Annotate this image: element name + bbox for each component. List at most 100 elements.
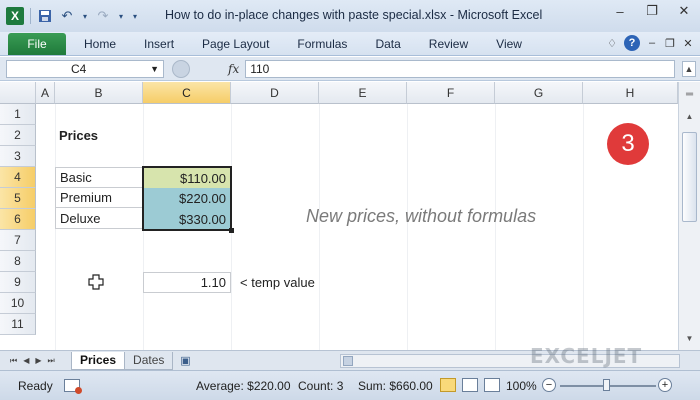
zoom-out-icon[interactable]: − (542, 378, 556, 392)
last-sheet-icon[interactable]: ⏭ (48, 356, 55, 366)
restore-icon[interactable]: ❐ (636, 0, 668, 22)
cell-c5-price[interactable]: $220.00 (142, 188, 232, 209)
tab-data[interactable]: Data (361, 33, 414, 55)
cell-b4-label[interactable]: Basic (55, 167, 143, 188)
save-icon[interactable] (37, 8, 53, 24)
workbook-restore-icon[interactable]: ❐ (664, 37, 676, 50)
column-header-d[interactable]: D (231, 82, 319, 104)
window-controls: – ❐ ✕ (604, 0, 700, 22)
ribbon-controls: ♢ ? – ❐ ✕ (606, 35, 694, 51)
window-title: How to do in-place changes with paste sp… (165, 8, 543, 22)
tab-formulas[interactable]: Formulas (283, 33, 361, 55)
help-icon[interactable]: ? (624, 35, 640, 51)
vertical-scrollbar[interactable]: ═ ▲ ▼ (678, 82, 700, 350)
ribbon-tabs: File Home Insert Page Layout Formulas Da… (0, 32, 700, 56)
select-all-corner[interactable] (0, 82, 36, 104)
fill-handle[interactable] (229, 228, 234, 233)
formula-input[interactable]: 110 (245, 59, 676, 78)
first-sheet-icon[interactable]: ⏮ (10, 356, 17, 366)
gridline (407, 104, 408, 350)
zoom-level[interactable]: 100% (506, 379, 537, 393)
sheet-tab-dates[interactable]: Dates (124, 351, 174, 370)
tab-page-layout[interactable]: Page Layout (188, 33, 283, 55)
column-header-c[interactable]: C (143, 82, 231, 104)
toolbar-divider (30, 8, 31, 24)
normal-view-icon[interactable] (440, 378, 456, 392)
cell-b6-label[interactable]: Deluxe (55, 207, 143, 229)
minimize-icon[interactable]: – (604, 0, 636, 22)
row-header-3[interactable]: 3 (0, 146, 36, 167)
horizontal-scroll-thumb[interactable] (343, 356, 353, 366)
tab-review[interactable]: Review (415, 33, 482, 55)
column-header-g[interactable]: G (495, 82, 583, 104)
workbook-close-icon[interactable]: ✕ (682, 37, 694, 50)
column-header-b[interactable]: B (55, 82, 143, 104)
tab-view[interactable]: View (482, 33, 536, 55)
scroll-up-icon[interactable]: ▲ (682, 108, 697, 124)
redo-icon[interactable]: ↷ (95, 8, 111, 24)
excel-icon[interactable]: X (6, 7, 24, 25)
insert-sheet-icon[interactable]: ▣ (177, 354, 193, 368)
macro-record-icon[interactable] (64, 379, 82, 394)
expand-formula-bar-icon[interactable]: ▲ (682, 61, 696, 77)
cell-b2-heading[interactable]: Prices (55, 125, 143, 146)
row-header-7[interactable]: 7 (0, 230, 36, 251)
chevron-down-icon[interactable]: ▾ (117, 8, 125, 24)
gridline (583, 104, 584, 350)
vertical-scroll-thumb[interactable] (682, 132, 697, 222)
column-header-h[interactable]: H (583, 82, 678, 104)
page-layout-view-icon[interactable] (462, 378, 478, 392)
quick-access-toolbar: X ↶ ▾ ↷ ▾ ▾ (0, 0, 139, 32)
customize-toolbar-icon[interactable]: ▾ (131, 8, 139, 24)
gridline (319, 104, 320, 350)
column-header-e[interactable]: E (319, 82, 407, 104)
sheet-navigation: ⏮ ◀ ▶ ⏭ (0, 356, 72, 366)
worksheet-grid[interactable]: A B C D E F G H 1 2 3 4 5 6 7 8 9 10 11 … (0, 82, 678, 350)
status-ready: Ready (18, 378, 53, 393)
status-average: Average: $220.00 (196, 379, 291, 393)
split-handle-icon[interactable]: ═ (682, 86, 697, 102)
row-header-2[interactable]: 2 (0, 125, 36, 146)
row-header-8[interactable]: 8 (0, 251, 36, 272)
exceljet-watermark: EXCELJET (530, 344, 643, 368)
view-buttons (440, 378, 500, 392)
tab-home[interactable]: Home (66, 33, 130, 55)
row-header-5[interactable]: 5 (0, 188, 36, 209)
row-header-11[interactable]: 11 (0, 314, 36, 335)
chevron-down-icon[interactable]: ▾ (81, 8, 89, 24)
workbook-minimize-icon[interactable]: – (646, 37, 658, 49)
prev-sheet-icon[interactable]: ◀ (23, 356, 29, 366)
cell-d9-note[interactable]: < temp value (236, 272, 356, 293)
cell-cursor-icon (88, 274, 104, 290)
row-header-4[interactable]: 4 (0, 167, 36, 188)
next-sheet-icon[interactable]: ▶ (35, 356, 41, 366)
column-header-a[interactable]: A (36, 82, 55, 104)
cell-b5-label[interactable]: Premium (55, 187, 143, 208)
zoom-in-icon[interactable]: + (658, 378, 672, 392)
minimize-ribbon-icon[interactable]: ♢ (606, 37, 618, 50)
page-break-view-icon[interactable] (484, 378, 500, 392)
close-icon[interactable]: ✕ (668, 0, 700, 22)
cell-c4-price[interactable]: $110.00 (142, 166, 232, 188)
caption-text: New prices, without formulas (306, 206, 537, 226)
status-sum: Sum: $660.00 (358, 379, 433, 393)
cell-c6-price[interactable]: $330.00 (142, 209, 232, 231)
name-box[interactable]: C4 ▼ (6, 59, 164, 78)
undo-icon[interactable]: ↶ (59, 8, 75, 24)
sheet-tab-prices[interactable]: Prices (71, 351, 126, 370)
formula-bar: C4 ▼ fx 110 ▲ (0, 57, 700, 81)
tab-insert[interactable]: Insert (130, 33, 188, 55)
row-header-9[interactable]: 9 (0, 272, 36, 293)
row-header-6[interactable]: 6 (0, 209, 36, 230)
row-header-10[interactable]: 10 (0, 293, 36, 314)
insert-function-icon[interactable]: fx (228, 62, 239, 76)
tab-file[interactable]: File (8, 33, 66, 55)
scroll-down-icon[interactable]: ▼ (682, 330, 697, 346)
column-header-f[interactable]: F (407, 82, 495, 104)
formula-bar-divider-handle[interactable] (172, 59, 190, 78)
chevron-down-icon[interactable]: ▼ (150, 64, 159, 74)
zoom-slider-thumb[interactable] (603, 379, 610, 391)
row-header-1[interactable]: 1 (0, 104, 36, 125)
status-count: Count: 3 (298, 379, 344, 393)
cell-c9-temp-value[interactable]: 1.10 (143, 272, 231, 293)
